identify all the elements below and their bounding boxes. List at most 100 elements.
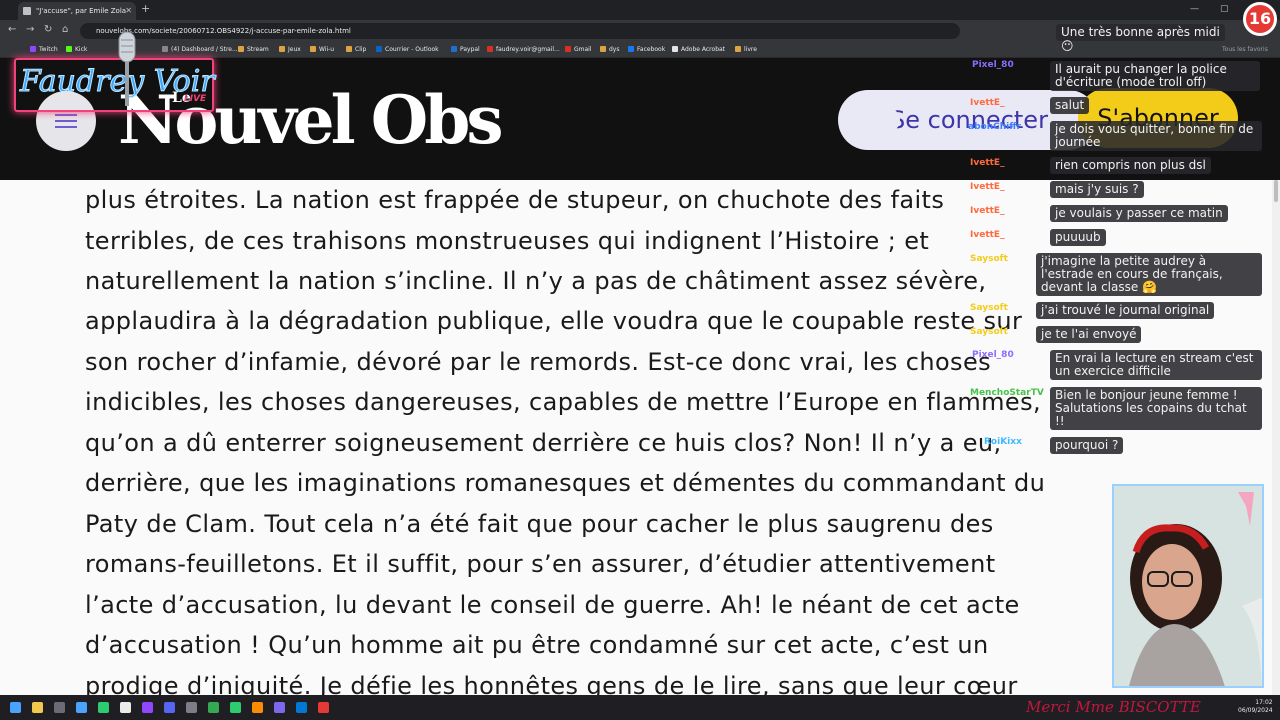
bookmark-item[interactable]: Jeux (279, 42, 301, 58)
chat-message: mais j'y suis ? (1050, 181, 1144, 198)
page-scrollbar[interactable] (1272, 180, 1280, 695)
stream-ticker: Merci Mme BISCOTTE (1026, 698, 1201, 716)
steam-icon[interactable] (76, 702, 87, 713)
tab-close-icon[interactable]: ✕ (125, 2, 132, 20)
chat-message: je te l'ai envoyé (1036, 326, 1142, 343)
bookmark-item[interactable]: faudrey.voir@gmail... (487, 42, 560, 58)
bookmark-item[interactable]: Twitch (30, 42, 58, 58)
browser-tabstrip: "J'accuse", par Emile Zola ✕ + — ▢ (0, 0, 1280, 20)
folder-icon (310, 46, 316, 52)
start-icon[interactable] (10, 702, 21, 713)
bookmark-item[interactable]: Stream (238, 42, 269, 58)
bookmark-item[interactable]: Gmail (565, 42, 592, 58)
kick-icon (66, 46, 72, 52)
menu-line (55, 114, 77, 116)
bookmark-item[interactable]: Paypal (451, 42, 480, 58)
app-icon[interactable] (296, 702, 307, 713)
app-icon[interactable] (54, 702, 65, 713)
outlook-icon (376, 46, 382, 52)
bookmark-item[interactable]: (4) Dashboard / Stre... (162, 42, 238, 58)
bookmark-item[interactable]: Kick (66, 42, 87, 58)
age-rating-badge: 16 (1243, 2, 1277, 36)
browser-tab[interactable]: "J'accuse", par Emile Zola ✕ (18, 2, 136, 20)
article-line: indicibles, les choses dangereuses, capa… (85, 388, 1042, 416)
forward-icon[interactable]: → (26, 24, 34, 35)
bookmark-item[interactable]: Facebook (628, 42, 665, 58)
menu-line (55, 120, 77, 122)
chat-username: Saysoft (970, 254, 1008, 264)
bookmark-item[interactable]: Wii-u (310, 42, 334, 58)
chat-username: Saysoft (970, 327, 1008, 337)
explorer-icon[interactable] (32, 702, 43, 713)
tab-title: "J'accuse", par Emile Zola (36, 7, 127, 15)
obs-icon[interactable] (318, 702, 329, 713)
chat-username: IvettE_ (970, 230, 1005, 240)
folder-icon (238, 46, 244, 52)
system-clock[interactable]: 17:02 06/09/2024 (1238, 699, 1273, 715)
chat-username: RoiKixx (984, 437, 1022, 447)
chat-message: En vrai la lecture en stream c'est un ex… (1050, 350, 1262, 380)
bookmark-item[interactable]: Clip (346, 42, 366, 58)
streamer-image (1114, 486, 1262, 686)
chat-username: MenchoStarTV (970, 388, 1044, 398)
bookmarks-bar: Twitch Kick (4) Dashboard / Stre... Stre… (0, 42, 1280, 58)
folder-icon (735, 46, 741, 52)
reload-icon[interactable]: ↻ (44, 24, 52, 35)
facebook-icon (628, 46, 634, 52)
new-tab-icon[interactable]: + (141, 2, 150, 15)
chat-message: je voulais y passer ce matin (1050, 205, 1228, 222)
chat-message: rien compris non plus dsl (1050, 157, 1211, 174)
app-icon[interactable] (186, 702, 197, 713)
article-line: prodige d’iniquité. Je défie les honnête… (85, 672, 1018, 695)
chat-username: IvettE_ (970, 182, 1005, 192)
folder-icon (279, 46, 285, 52)
chat-message: Il aurait pu changer la police d'écritur… (1050, 61, 1260, 91)
chrome-icon[interactable] (208, 702, 219, 713)
discord-icon[interactable] (164, 702, 175, 713)
url-bar[interactable]: nouvelobs.com/societe/20060712.OBS4922/j… (80, 23, 960, 39)
gmail-icon (565, 46, 571, 52)
article-line: applaudira à la dégradation publique, el… (85, 307, 1023, 335)
article-line: Paty de Clam. Tout cela n’a été fait que… (85, 510, 994, 538)
chat-message: salut (1050, 97, 1090, 114)
home-icon[interactable]: ⌂ (62, 24, 68, 35)
maximize-icon[interactable]: ▢ (1220, 4, 1229, 14)
bookmark-item[interactable]: livre (735, 42, 757, 58)
app-icon[interactable] (274, 702, 285, 713)
app-icon[interactable] (230, 702, 241, 713)
clock-date: 06/09/2024 (1238, 707, 1273, 714)
chat-username: IvettE_ (970, 98, 1005, 108)
twitch-icon (30, 46, 36, 52)
tab-favicon-icon (23, 7, 31, 15)
live-label: LIVE (184, 94, 207, 104)
chat-message: puuuub (1050, 229, 1106, 246)
app-icon[interactable] (98, 702, 109, 713)
microphone-icon (118, 31, 136, 106)
chat-message: 😶 (1061, 39, 1074, 53)
acrobat-icon (672, 46, 678, 52)
scrollbar-thumb[interactable] (1274, 180, 1278, 202)
article-line: l’acte d’accusation, lu devant le consei… (85, 591, 1020, 619)
chat-message: Une très bonne après midi (1056, 24, 1225, 41)
article-line: son rocher d’infamie, dévoré par le remo… (85, 348, 992, 376)
back-icon[interactable]: ← (8, 24, 16, 35)
dashboard-icon (162, 46, 168, 52)
app-icon[interactable] (142, 702, 153, 713)
bookmark-item[interactable]: Courrier - Outlook (376, 42, 439, 58)
minimize-icon[interactable]: — (1190, 4, 1199, 14)
all-bookmarks-folder[interactable]: Tous les favoris (1222, 42, 1268, 58)
user-icon (848, 108, 900, 132)
paypal-icon (451, 46, 457, 52)
chat-message: je dois vous quitter, bonne fin de journ… (1050, 121, 1262, 151)
app-icon[interactable] (120, 702, 131, 713)
bookmark-item[interactable]: Adobe Acrobat (672, 42, 725, 58)
bookmark-item[interactable]: dys (600, 42, 620, 58)
article-line: d’accusation ! Qu’un homme ait pu être c… (85, 631, 989, 659)
chat-username: abonChiffr (968, 122, 1021, 132)
chat-username: IvettE_ (970, 206, 1005, 216)
mail-icon (487, 46, 493, 52)
chat-username: Saysoft (970, 303, 1008, 313)
app-icon[interactable] (252, 702, 263, 713)
chat-username: IvettE_ (970, 158, 1005, 168)
article-line: romans-feuilletons. Et il suffit, pour s… (85, 550, 996, 578)
